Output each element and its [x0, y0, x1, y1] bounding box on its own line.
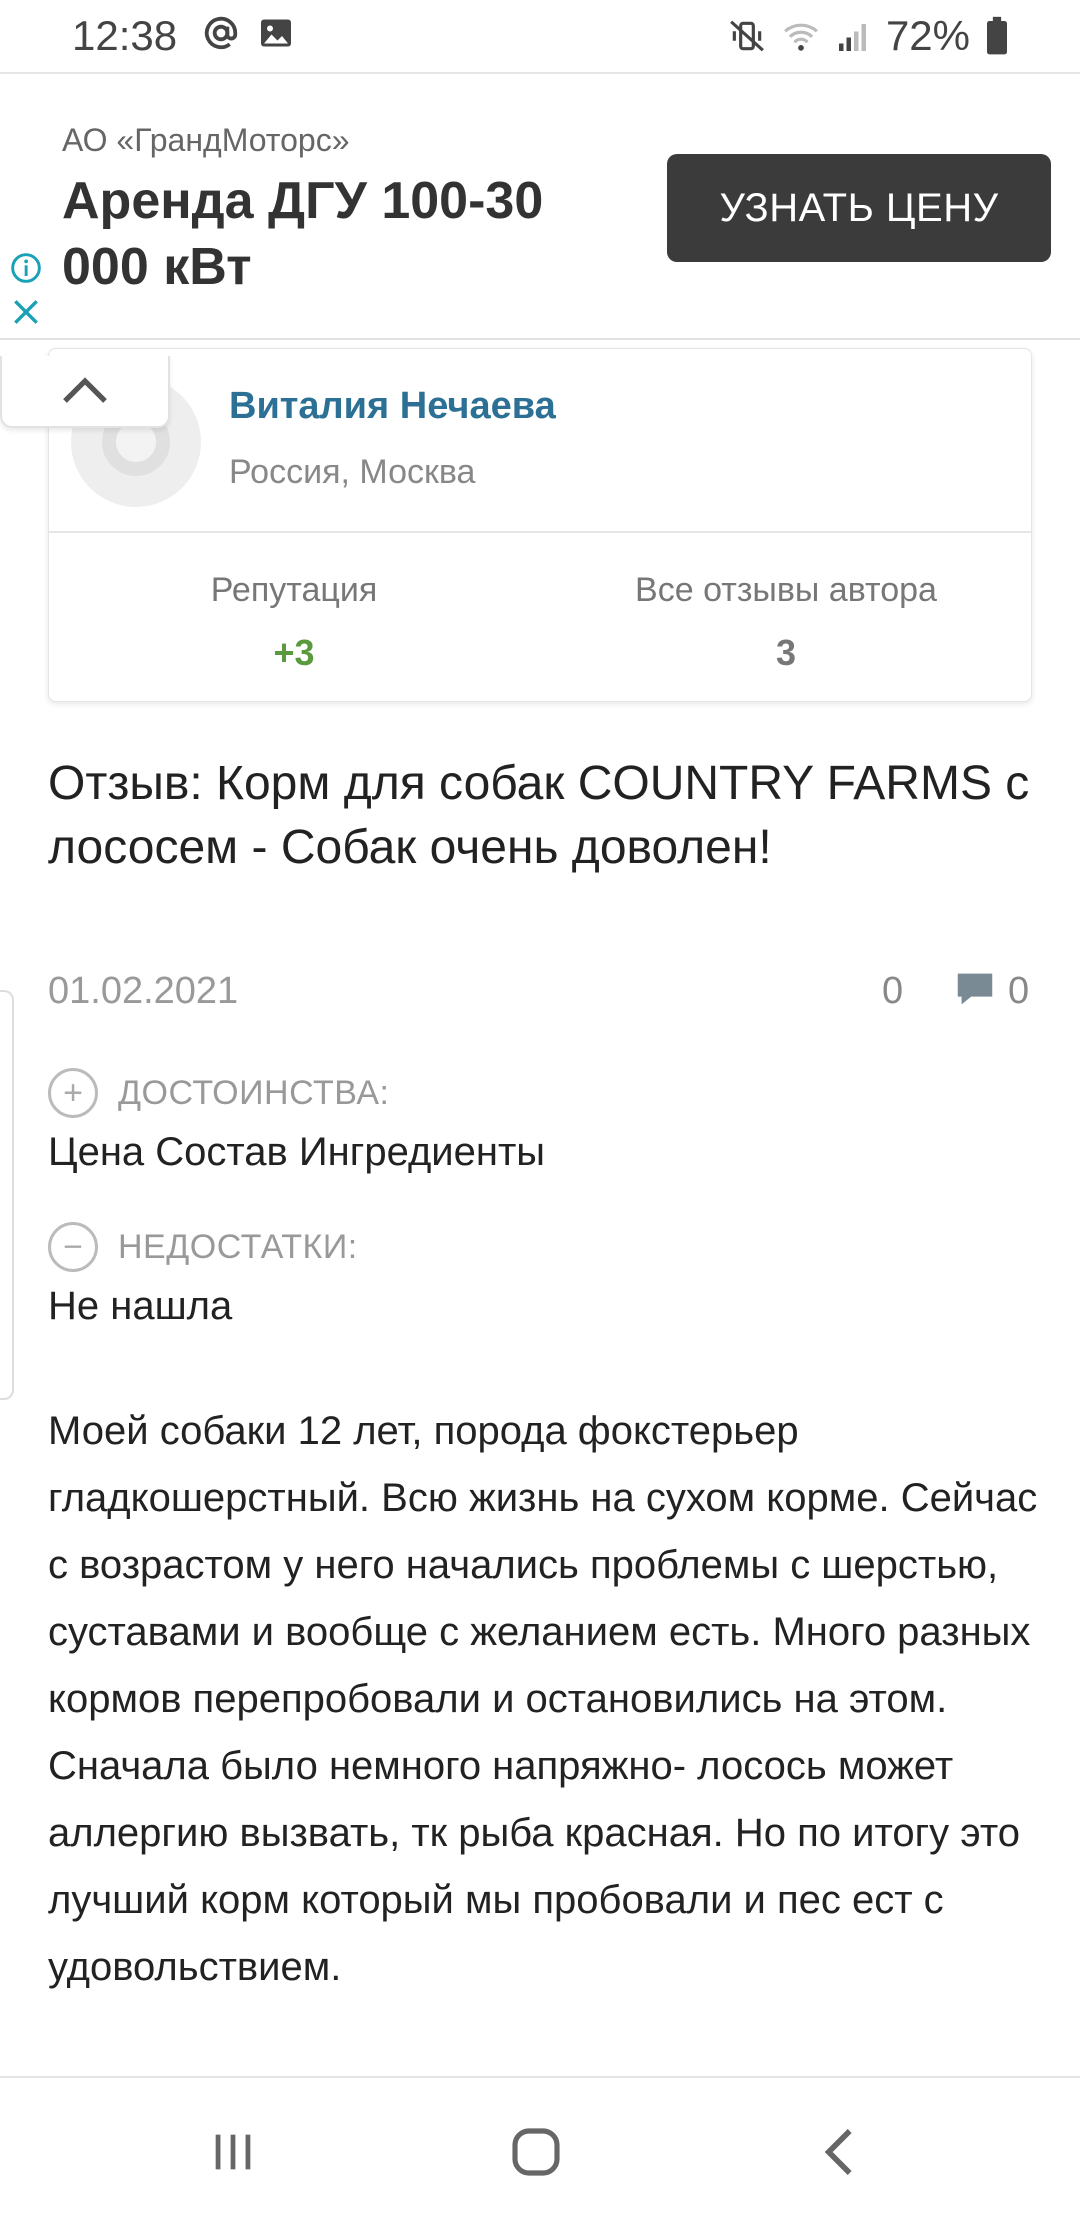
ad-info-icon[interactable]	[10, 252, 42, 284]
review-date: 01.02.2021	[48, 970, 239, 1012]
author-name[interactable]: Виталия Нечаева	[229, 385, 556, 428]
signal-icon	[838, 24, 866, 51]
reputation-value: +3	[273, 632, 315, 673]
author-reviews-count[interactable]: 3	[541, 632, 1031, 674]
ad-close-icon[interactable]	[10, 296, 42, 328]
comments-count[interactable]: 0	[1008, 970, 1029, 1013]
pros-header: + ДОСТОИНСТВА:	[48, 1068, 389, 1118]
ad-cta-button[interactable]: УЗНАТЬ ЦЕНУ	[667, 154, 1051, 262]
card-divider	[49, 531, 1031, 533]
review-meta: 01.02.2021 0 0	[48, 966, 1032, 1016]
ad-collapse-button[interactable]	[0, 356, 170, 428]
chevron-up-icon	[63, 377, 107, 403]
status-notification-icons	[202, 14, 294, 52]
status-system-icons: 72%	[728, 12, 1010, 60]
likes-count[interactable]: 0	[882, 970, 903, 1013]
author-location: Россия, Москва	[229, 453, 476, 491]
navigation-bar	[0, 2076, 1080, 2220]
at-sign-icon	[204, 16, 238, 50]
back-icon[interactable]	[818, 2124, 858, 2180]
author-reviews-stat[interactable]: Все отзывы автора 3	[541, 571, 1031, 674]
recent-apps-icon[interactable]	[207, 2126, 259, 2178]
review-title: Отзыв: Корм для собак COUNTRY FARMS с ло…	[48, 757, 1030, 874]
ad-banner[interactable]: АО «ГрандМоторс» Аренда ДГУ 100-30 000 к…	[0, 72, 1080, 340]
author-card: Виталия Нечаева Россия, Москва Репутация…	[48, 348, 1032, 702]
author-reviews-label[interactable]: Все отзывы автора	[541, 571, 1031, 610]
cons-text: Не нашла	[48, 1284, 233, 1328]
side-drawer-handle[interactable]	[0, 990, 14, 1400]
status-bar: 12:38 72%	[0, 0, 1080, 72]
ad-title[interactable]: Аренда ДГУ 100-30 000 кВт	[62, 168, 622, 300]
status-time: 12:38	[72, 12, 178, 59]
battery-percent: 72%	[885, 12, 970, 59]
battery-icon	[987, 16, 1007, 55]
cons-label: НЕДОСТАТКИ:	[118, 1227, 358, 1266]
review-body: Моей собаки 12 лет, порода фокстерьер гл…	[48, 1409, 1038, 1989]
home-icon[interactable]	[508, 2124, 564, 2180]
reputation-stat: Репутация +3	[49, 571, 539, 674]
ad-advertiser: АО «ГрандМоторс»	[62, 122, 350, 158]
reputation-label: Репутация	[210, 571, 378, 609]
comment-icon[interactable]	[952, 966, 998, 1012]
pros-text: Цена Состав Ингредиенты	[48, 1130, 546, 1174]
cons-header: − НЕДОСТАТКИ:	[48, 1222, 358, 1272]
plus-circle-icon: +	[48, 1068, 98, 1118]
pros-label: ДОСТОИНСТВА:	[118, 1073, 390, 1112]
image-icon	[261, 19, 291, 47]
minus-circle-icon: −	[48, 1222, 98, 1272]
wifi-icon	[784, 23, 818, 51]
mute-vibrate-icon	[730, 20, 764, 52]
